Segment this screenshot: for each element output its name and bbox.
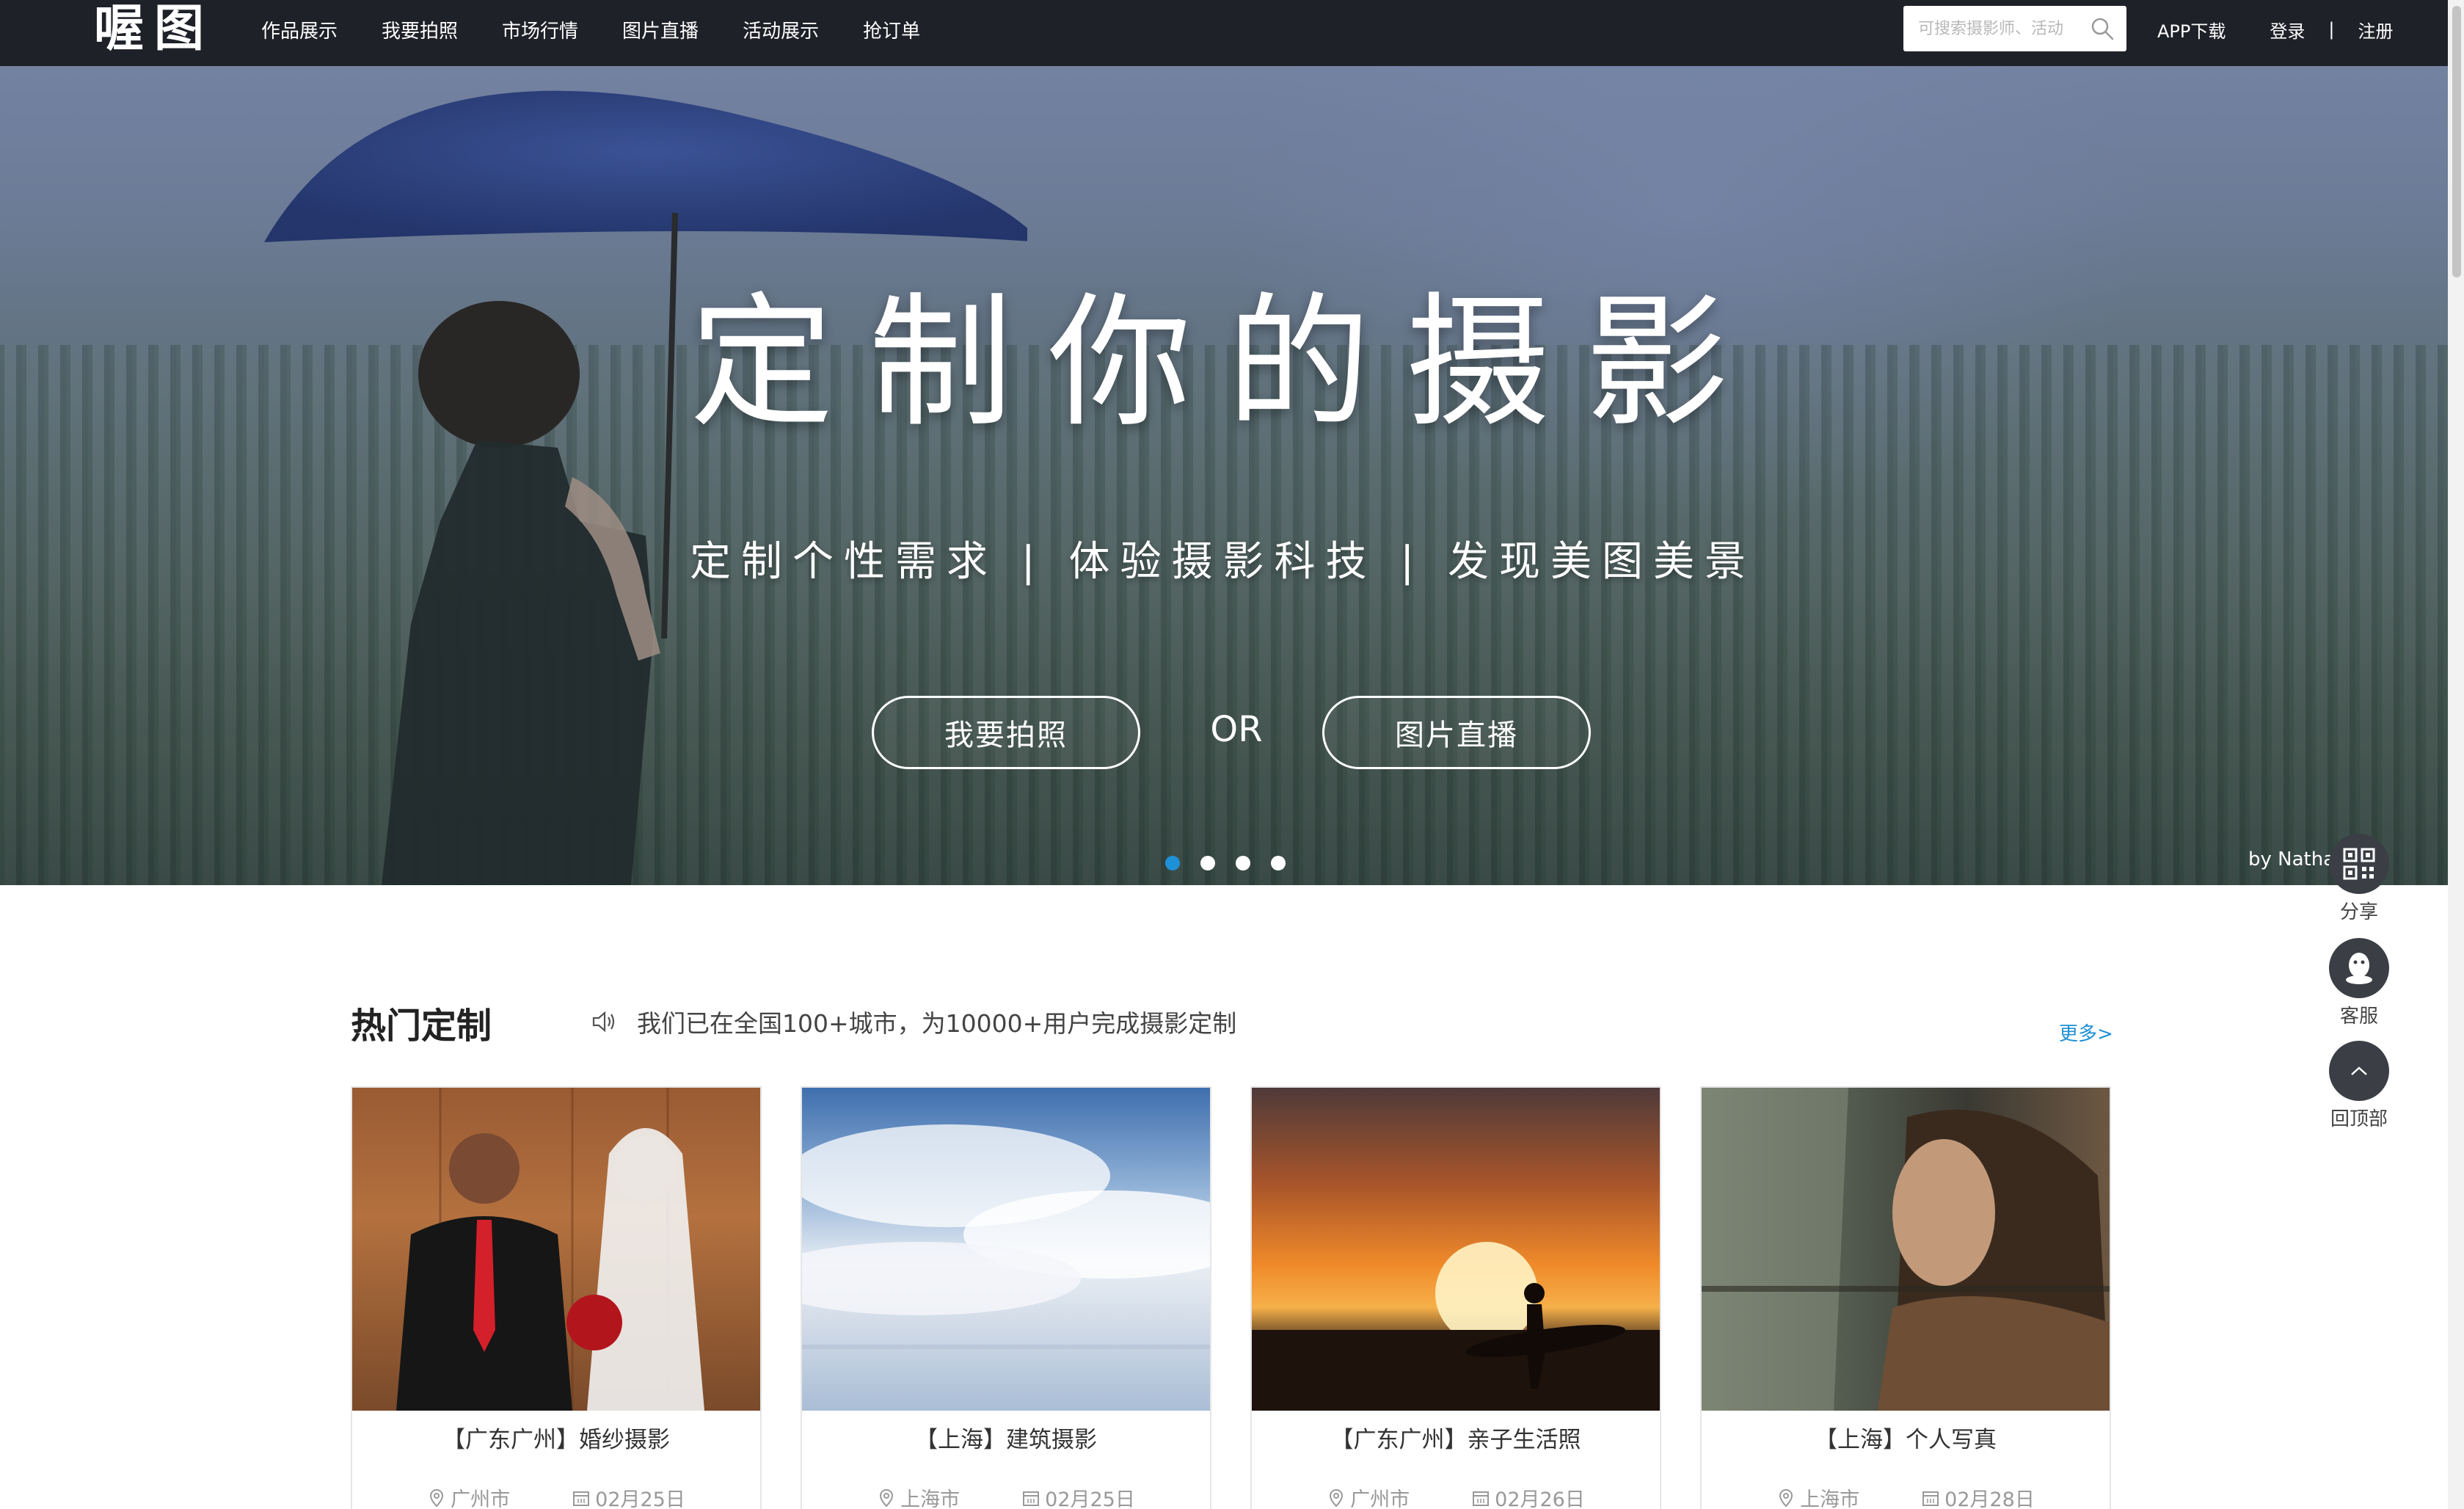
carousel-dot-4[interactable] (1271, 856, 1286, 870)
register-link[interactable]: 注册 (2358, 17, 2393, 43)
nav-item-book-photo[interactable]: 我要拍照 (382, 16, 458, 43)
card-date-text: 02月28日 (1944, 1488, 2035, 1509)
location-pin-icon (430, 1488, 444, 1507)
card-city: 广州市 (451, 1488, 511, 1509)
carousel-dot-1[interactable] (1165, 856, 1180, 870)
sunset-surfer-illustration (1252, 1242, 1660, 1411)
nav-item-works[interactable]: 作品展示 (261, 16, 338, 43)
hot-custom-cards: 【广东广州】婚纱摄影 广州市 02月25日 【上海】建筑摄影 上海市 02月25… (351, 1086, 2150, 1509)
card-city: 上海市 (1800, 1488, 1860, 1509)
hero-subtitle: 定制个性需求 | 体验摄影科技 | 发现美图美景 (690, 538, 1756, 586)
card-title: 【广东广州】婚纱摄影 (442, 1427, 670, 1453)
section-title: 热门定制 (351, 1006, 492, 1047)
card-location: 广州市 (1327, 1483, 1410, 1509)
share-label: 分享 (2339, 901, 2378, 923)
customer-service-tool[interactable]: 客服 (2326, 938, 2392, 1028)
card-meta: 广州市 02月25日 (352, 1483, 760, 1509)
site-logo[interactable]: 喔图 (94, 3, 214, 56)
card-location: 上海市 (1776, 1483, 1859, 1509)
carousel-dot-3[interactable] (1236, 856, 1250, 870)
card-date: 02月25日 (572, 1483, 685, 1509)
back-to-top-label: 回顶部 (2330, 1108, 2388, 1130)
card-title: 【上海】建筑摄影 (915, 1427, 1097, 1453)
link-separator: | (2328, 19, 2335, 40)
more-link[interactable]: 更多> (2059, 1019, 2113, 1046)
location-pin-icon (1330, 1488, 1344, 1507)
location-pin-icon (1779, 1488, 1793, 1507)
custom-card[interactable]: 【上海】个人写真 上海市 02月28日 (1700, 1086, 2111, 1509)
card-date: 02月28日 (1921, 1483, 2035, 1509)
customer-service-button[interactable] (2329, 938, 2389, 998)
card-location: 广州市 (427, 1483, 510, 1509)
card-title: 【上海】个人写真 (1815, 1427, 1997, 1453)
card-date-text: 02月26日 (1495, 1488, 1585, 1509)
card-meta: 广州市 02月26日 (1252, 1483, 1660, 1509)
nav-item-events[interactable]: 活动展示 (743, 16, 819, 43)
card-city: 上海市 (900, 1488, 961, 1509)
location-pin-icon (880, 1488, 894, 1507)
qq-icon (2346, 953, 2372, 984)
logo-text: 喔图 (94, 0, 215, 58)
family-photo-image (1252, 1088, 1660, 1411)
card-date-text: 02月25日 (1045, 1488, 1135, 1509)
nav-item-live-photos[interactable]: 图片直播 (622, 16, 699, 43)
back-to-top-button[interactable] (2329, 1041, 2389, 1101)
share-tool[interactable]: 分享 (2326, 834, 2392, 924)
card-meta: 上海市 02月25日 (802, 1483, 1210, 1509)
login-link[interactable]: 登录 (2270, 17, 2305, 43)
live-photos-button[interactable]: 图片直播 (1322, 696, 1591, 769)
search-box (1903, 6, 2126, 51)
calendar-icon (1023, 1491, 1040, 1506)
nav-item-grab-orders[interactable]: 抢订单 (863, 16, 920, 43)
carousel-dot-2[interactable] (1200, 856, 1215, 870)
hero-title: 定制你的摄影 (690, 280, 1765, 447)
notice-bar: 我们已在全国100+城市，为10000+用户完成摄影定制 (591, 1004, 1236, 1039)
customer-service-label: 客服 (2339, 1006, 2378, 1028)
wedding-couple-illustration (396, 1088, 704, 1411)
portrait-photo-image (1702, 1088, 2110, 1411)
wedding-photo-image (352, 1088, 760, 1411)
book-photo-button[interactable]: 我要拍照 (872, 696, 1140, 769)
card-city: 广州市 (1350, 1488, 1410, 1509)
card-meta: 上海市 02月28日 (1702, 1483, 2110, 1509)
qr-code-icon (2343, 848, 2375, 880)
calendar-icon (1473, 1491, 1490, 1506)
top-navigation-bar: 喔图 作品展示 我要拍照 市场行情 图片直播 活动展示 抢订单 APP下载 登录… (0, 0, 2464, 66)
calendar-icon (573, 1491, 590, 1506)
photo-credit: by Natha (2248, 848, 2336, 870)
custom-card[interactable]: 【广东广州】婚纱摄影 广州市 02月25日 (351, 1086, 762, 1509)
speaker-icon (592, 1011, 615, 1033)
share-button[interactable] (2329, 834, 2389, 894)
or-label: OR (1210, 709, 1263, 750)
card-date: 02月26日 (1471, 1483, 1585, 1509)
app-download-link[interactable]: APP下载 (2157, 17, 2226, 43)
custom-card[interactable]: 【广东广州】亲子生活照 广州市 02月26日 (1250, 1086, 1661, 1509)
calendar-icon (1922, 1491, 1939, 1506)
back-to-top-tool[interactable]: 回顶部 (2326, 1041, 2392, 1131)
search-input[interactable] (1918, 19, 2087, 38)
page-scrollbar-thumb[interactable] (2452, 6, 2461, 277)
carousel-indicators (1165, 856, 1306, 870)
main-nav: 作品展示 我要拍照 市场行情 图片直播 活动展示 抢订单 (261, 0, 964, 59)
search-icon[interactable] (2090, 16, 2115, 41)
card-location: 上海市 (877, 1483, 960, 1509)
architecture-photo-image (802, 1088, 1210, 1411)
hero-banner: 定制你的摄影 定制个性需求 | 体验摄影科技 | 发现美图美景 我要拍照 OR … (0, 66, 2448, 885)
nav-item-market[interactable]: 市场行情 (502, 16, 578, 43)
portrait-woman-illustration (1702, 1088, 2110, 1411)
account-links: APP下载 登录 | 注册 (2157, 0, 2393, 59)
hero-overlay (0, 66, 2448, 885)
notice-text: 我们已在全国100+城市，为10000+用户完成摄影定制 (637, 1009, 1237, 1038)
custom-card[interactable]: 【上海】建筑摄影 上海市 02月25日 (801, 1086, 1211, 1509)
card-date-text: 02月25日 (595, 1488, 685, 1509)
card-date: 02月25日 (1021, 1483, 1135, 1509)
chevron-up-icon (2351, 1066, 2367, 1075)
sky-reflection-illustration (802, 1124, 1210, 1349)
card-title: 【广东广州】亲子生活照 (1330, 1427, 1581, 1453)
